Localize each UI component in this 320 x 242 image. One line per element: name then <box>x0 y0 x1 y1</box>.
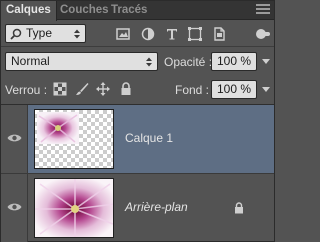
lock-image-pixels-icon[interactable] <box>75 82 89 96</box>
flower-thumbnail <box>35 179 113 237</box>
filter-row: Type <box>1 22 274 46</box>
tab-calques[interactable]: Calques <box>1 1 57 21</box>
search-icon <box>10 28 22 40</box>
layer-row-calque-1[interactable]: Calque 1 <box>1 105 274 173</box>
lock-all-icon[interactable] <box>119 82 133 96</box>
filter-toggle-switch[interactable] <box>256 28 270 40</box>
lock-label: Verrou : <box>5 83 48 97</box>
lock-position-icon[interactable] <box>96 82 110 96</box>
shape-filter-icon[interactable] <box>188 27 202 41</box>
text-filter-icon[interactable] <box>165 27 179 41</box>
layers-list: Calque 1 Arrière-plan <box>1 104 274 242</box>
fill-dropdown-icon[interactable] <box>262 87 270 92</box>
panel-tab-bar: Calques Couches Tracés <box>1 1 274 21</box>
panel-menu-icon[interactable] <box>256 4 270 16</box>
visibility-toggle[interactable] <box>1 174 28 242</box>
image-filter-icon[interactable] <box>116 27 130 41</box>
lock-transparent-pixels-icon[interactable] <box>53 82 67 96</box>
tab-traces[interactable]: Tracés <box>106 1 152 20</box>
adjustment-filter-icon[interactable] <box>141 27 155 41</box>
stepper-arrows-icon <box>74 29 80 39</box>
visibility-toggle[interactable] <box>1 105 28 173</box>
fill-field[interactable]: 100 % <box>211 80 257 99</box>
blend-mode-select[interactable]: Normal <box>5 52 158 71</box>
filter-kind-select[interactable]: Type <box>5 24 86 43</box>
layer-row-arriere-plan[interactable]: Arrière-plan <box>1 174 274 242</box>
opacity-field[interactable]: 100 % <box>211 52 257 71</box>
eye-icon <box>7 134 22 142</box>
layer-thumbnail[interactable] <box>34 109 114 169</box>
fill-label: Fond : <box>175 83 210 97</box>
eye-icon <box>7 203 22 211</box>
opacity-dropdown-icon[interactable] <box>262 59 270 64</box>
layer-name[interactable]: Calque 1 <box>125 131 173 145</box>
layer-thumbnail[interactable] <box>34 178 114 238</box>
layer-name[interactable]: Arrière-plan <box>125 200 188 214</box>
layers-panel: Calques Couches Tracés Type Normal Opaci… <box>0 0 275 242</box>
divider <box>1 46 274 47</box>
lock-icon[interactable] <box>234 202 244 214</box>
tab-couches[interactable]: Couches <box>55 1 114 20</box>
blend-mode-value: Normal <box>11 54 50 68</box>
lock-row: Verrou : Fond : 100 % <box>1 77 274 101</box>
opacity-label: Opacité : <box>164 55 213 69</box>
filter-kind-value: Type <box>26 26 53 40</box>
blend-row: Normal Opacité : 100 % <box>1 48 274 74</box>
stepper-arrows-icon <box>146 57 152 67</box>
flower-crop-thumbnail <box>37 112 79 144</box>
smart-object-filter-icon[interactable] <box>212 27 226 41</box>
